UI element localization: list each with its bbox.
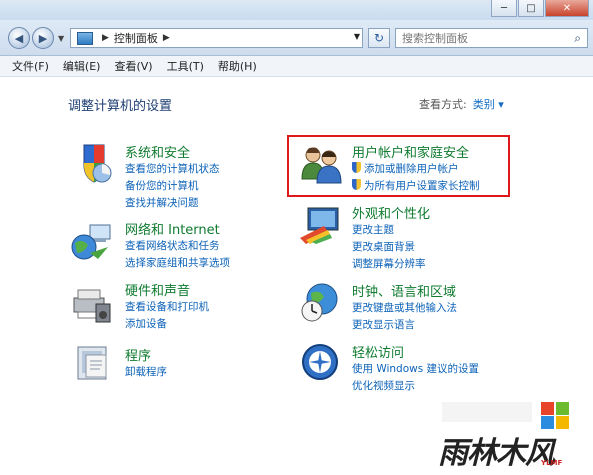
category-network-internet: 网络和 Internet 查看网络状态和任务 选择家庭组和共享选项 <box>125 219 230 272</box>
link-uninstall-program[interactable]: 卸载程序 <box>125 364 167 381</box>
address-dropdown-icon[interactable]: ▼ <box>354 32 360 41</box>
window-controls: ─ □ ✕ <box>490 0 589 17</box>
system-security-icon[interactable] <box>70 141 114 185</box>
title-bar: ─ □ ✕ <box>0 0 593 20</box>
link-devices-printers[interactable]: 查看设备和打印机 <box>125 299 209 316</box>
category-title[interactable]: 程序 <box>125 345 167 364</box>
watermark-logo: 雨林木风 <box>438 436 555 471</box>
ease-of-access-icon[interactable] <box>298 342 344 384</box>
hardware-sound-icon[interactable] <box>70 284 114 324</box>
watermark-blur <box>442 402 532 422</box>
appearance-personalization-icon[interactable] <box>298 204 344 244</box>
category-title[interactable]: 硬件和声音 <box>125 280 209 299</box>
link-change-keyboard[interactable]: 更改键盘或其他输入法 <box>352 300 457 317</box>
link-display-language[interactable]: 更改显示语言 <box>352 317 457 334</box>
navigation-bar: ◀ ▶ ▼ ▶ 控制面板 ▶ ▼ ↻ ⌕ <box>0 20 593 56</box>
category-clock-language-region: 时钟、语言和区域 更改键盘或其他输入法 更改显示语言 <box>352 281 457 334</box>
menu-view[interactable]: 查看(V) <box>114 58 152 74</box>
chevron-right-icon[interactable]: ▶ <box>163 33 170 43</box>
menu-edit[interactable]: 编辑(E) <box>63 58 101 74</box>
search-icon[interactable]: ⌕ <box>574 31 581 46</box>
category-title[interactable]: 系统和安全 <box>125 142 220 161</box>
clock-language-region-icon[interactable] <box>298 281 344 323</box>
menu-file[interactable]: 文件(F) <box>12 58 49 74</box>
link-add-device[interactable]: 添加设备 <box>125 316 209 333</box>
link-change-theme[interactable]: 更改主题 <box>352 222 430 239</box>
category-title[interactable]: 轻松访问 <box>352 342 479 361</box>
link-change-background[interactable]: 更改桌面背景 <box>352 239 430 256</box>
category-title[interactable]: 网络和 Internet <box>125 219 230 238</box>
link-network-status[interactable]: 查看网络状态和任务 <box>125 238 230 255</box>
highlight-box <box>287 135 510 197</box>
link-view-computer-status[interactable]: 查看您的计算机状态 <box>125 161 220 178</box>
breadcrumb-control-panel[interactable]: 控制面板 <box>114 30 158 46</box>
address-bar[interactable]: ▶ 控制面板 ▶ ▼ <box>70 28 363 48</box>
programs-icon[interactable] <box>70 343 114 383</box>
back-button[interactable]: ◀ <box>8 27 30 49</box>
menu-help[interactable]: 帮助(H) <box>218 58 257 74</box>
category-hardware-sound: 硬件和声音 查看设备和打印机 添加设备 <box>125 280 209 333</box>
recent-pages-dropdown-icon[interactable]: ▼ <box>58 34 64 43</box>
chevron-right-icon[interactable]: ▶ <box>102 33 109 43</box>
minimize-button[interactable]: ─ <box>491 0 517 17</box>
link-optimize-display[interactable]: 优化视频显示 <box>352 378 479 395</box>
link-recommended-settings[interactable]: 使用 Windows 建议的设置 <box>352 361 479 378</box>
link-homegroup-sharing[interactable]: 选择家庭组和共享选项 <box>125 255 230 272</box>
category-title[interactable]: 外观和个性化 <box>352 203 430 222</box>
network-internet-icon[interactable] <box>70 223 114 263</box>
category-system-security: 系统和安全 查看您的计算机状态 备份您的计算机 查找并解决问题 <box>125 142 220 212</box>
search-box[interactable]: ⌕ <box>395 28 588 48</box>
category-appearance: 外观和个性化 更改主题 更改桌面背景 调整屏幕分辨率 <box>352 203 430 273</box>
menu-bar: 文件(F) 编辑(E) 查看(V) 工具(T) 帮助(H) <box>0 56 593 77</box>
link-troubleshoot[interactable]: 查找并解决问题 <box>125 195 220 212</box>
windows-logo-icon <box>541 402 569 429</box>
link-screen-resolution[interactable]: 调整屏幕分辨率 <box>352 256 430 273</box>
category-title[interactable]: 时钟、语言和区域 <box>352 281 457 300</box>
close-button[interactable]: ✕ <box>545 0 589 17</box>
category-programs: 程序 卸载程序 <box>125 345 167 381</box>
category-ease-of-access: 轻松访问 使用 Windows 建议的设置 优化视频显示 <box>352 342 479 395</box>
maximize-button[interactable]: □ <box>518 0 544 17</box>
forward-button[interactable]: ▶ <box>32 27 54 49</box>
watermark-sub: YLMF <box>541 459 563 467</box>
search-input[interactable] <box>402 31 562 45</box>
view-by-label: 查看方式: <box>419 98 467 111</box>
control-panel-icon <box>77 31 93 45</box>
link-backup-computer[interactable]: 备份您的计算机 <box>125 178 220 195</box>
view-by-dropdown[interactable]: 类别 ▾ <box>473 98 504 111</box>
view-by: 查看方式: 类别 ▾ <box>419 96 504 112</box>
page-title: 调整计算机的设置 <box>68 99 173 114</box>
refresh-button[interactable]: ↻ <box>368 28 390 48</box>
menu-tools[interactable]: 工具(T) <box>167 58 204 74</box>
